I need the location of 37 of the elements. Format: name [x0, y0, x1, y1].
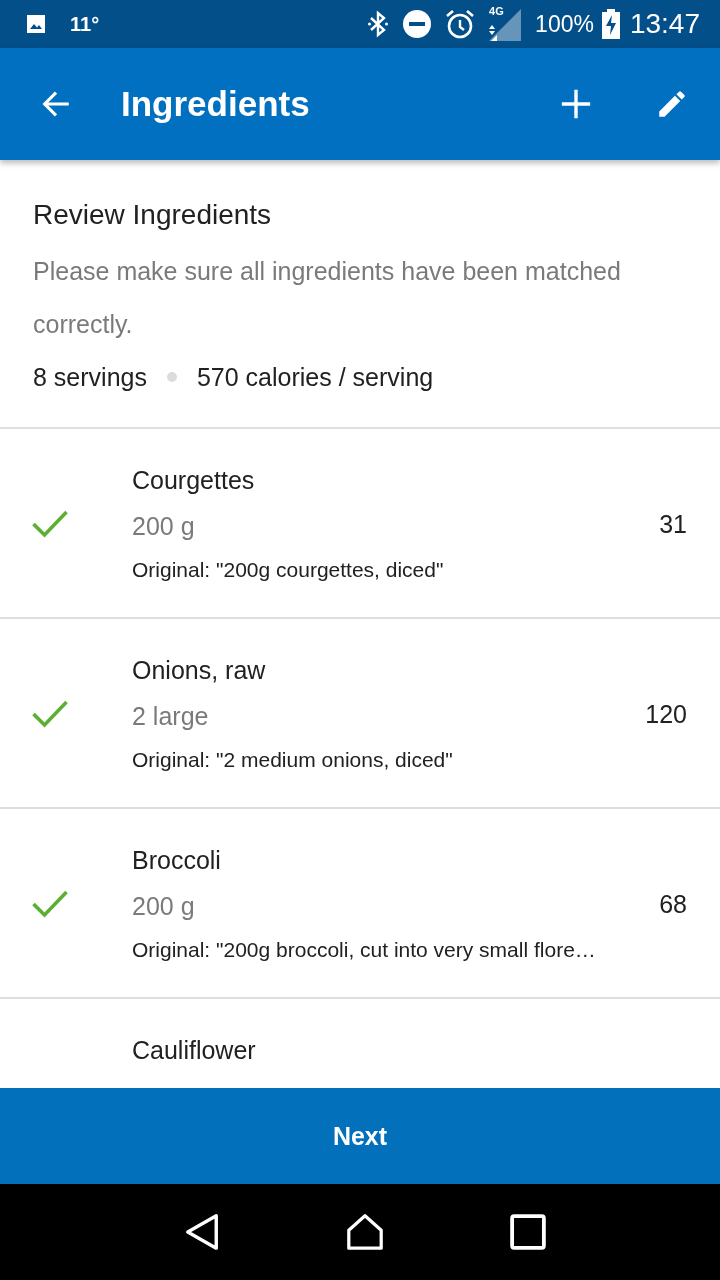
calories-value: 120 — [645, 699, 687, 729]
calories-value: 68 — [659, 889, 687, 919]
ingredient-row[interactable]: Broccoli 200 g Original: "200g broccoli, cut into very small flore… 68 — [0, 809, 720, 999]
ingredient-amount: 200 g — [132, 511, 196, 542]
ingredient-amount: 2 large — [132, 701, 210, 732]
temperature-text: 11° — [70, 12, 100, 36]
calories-value: 31 — [659, 509, 687, 539]
separator-dot-icon — [166, 372, 177, 382]
signal-icon — [489, 9, 522, 41]
plus-icon[interactable] — [559, 87, 593, 121]
battery-charging-icon — [601, 9, 620, 39]
battery-percent-text: 100% — [535, 10, 594, 38]
calories-per-serving-text: 570 calories / serving — [196, 362, 434, 393]
ingredient-amount: 200 g — [132, 891, 196, 922]
ingredient-row[interactable]: Courgettes 200 g Original: "200g courgettes, diced" 31 — [0, 429, 720, 619]
alarm-clock-icon — [445, 9, 476, 39]
screen-title: Ingredients — [121, 84, 311, 124]
original-text: Original: "2 medium onions, diced" — [132, 747, 454, 773]
ingredient-name: Onions, raw — [132, 655, 267, 686]
instruction-text: Please make sure all ingredients have been matched correctly. — [33, 256, 622, 340]
section-heading: Review Ingredients — [33, 198, 273, 232]
network-type-text: 4G — [489, 5, 504, 17]
servings-text: 8 servings — [33, 362, 147, 393]
clock-text: 13:47 — [629, 8, 700, 40]
home-icon[interactable] — [347, 1213, 383, 1251]
ingredient-name: Courgettes — [132, 465, 256, 496]
original-text: Original: "200g courgettes, diced" — [132, 557, 445, 583]
recents-square-icon[interactable] — [510, 1213, 547, 1251]
image-icon — [24, 12, 48, 36]
next-button[interactable]: Next — [0, 1088, 720, 1184]
ingredient-name: Cauliflower — [132, 1035, 257, 1066]
ingredient-name: Broccoli — [132, 845, 222, 876]
bluetooth-icon — [367, 9, 390, 39]
original-text: Original: "200g broccoli, cut into very small flore… — [132, 937, 597, 963]
do-not-disturb-icon — [403, 10, 432, 38]
back-triangle-icon[interactable] — [183, 1213, 220, 1251]
ingredient-row[interactable]: Onions, raw 2 large Original: "2 medium onions, diced" 120 — [0, 619, 720, 809]
